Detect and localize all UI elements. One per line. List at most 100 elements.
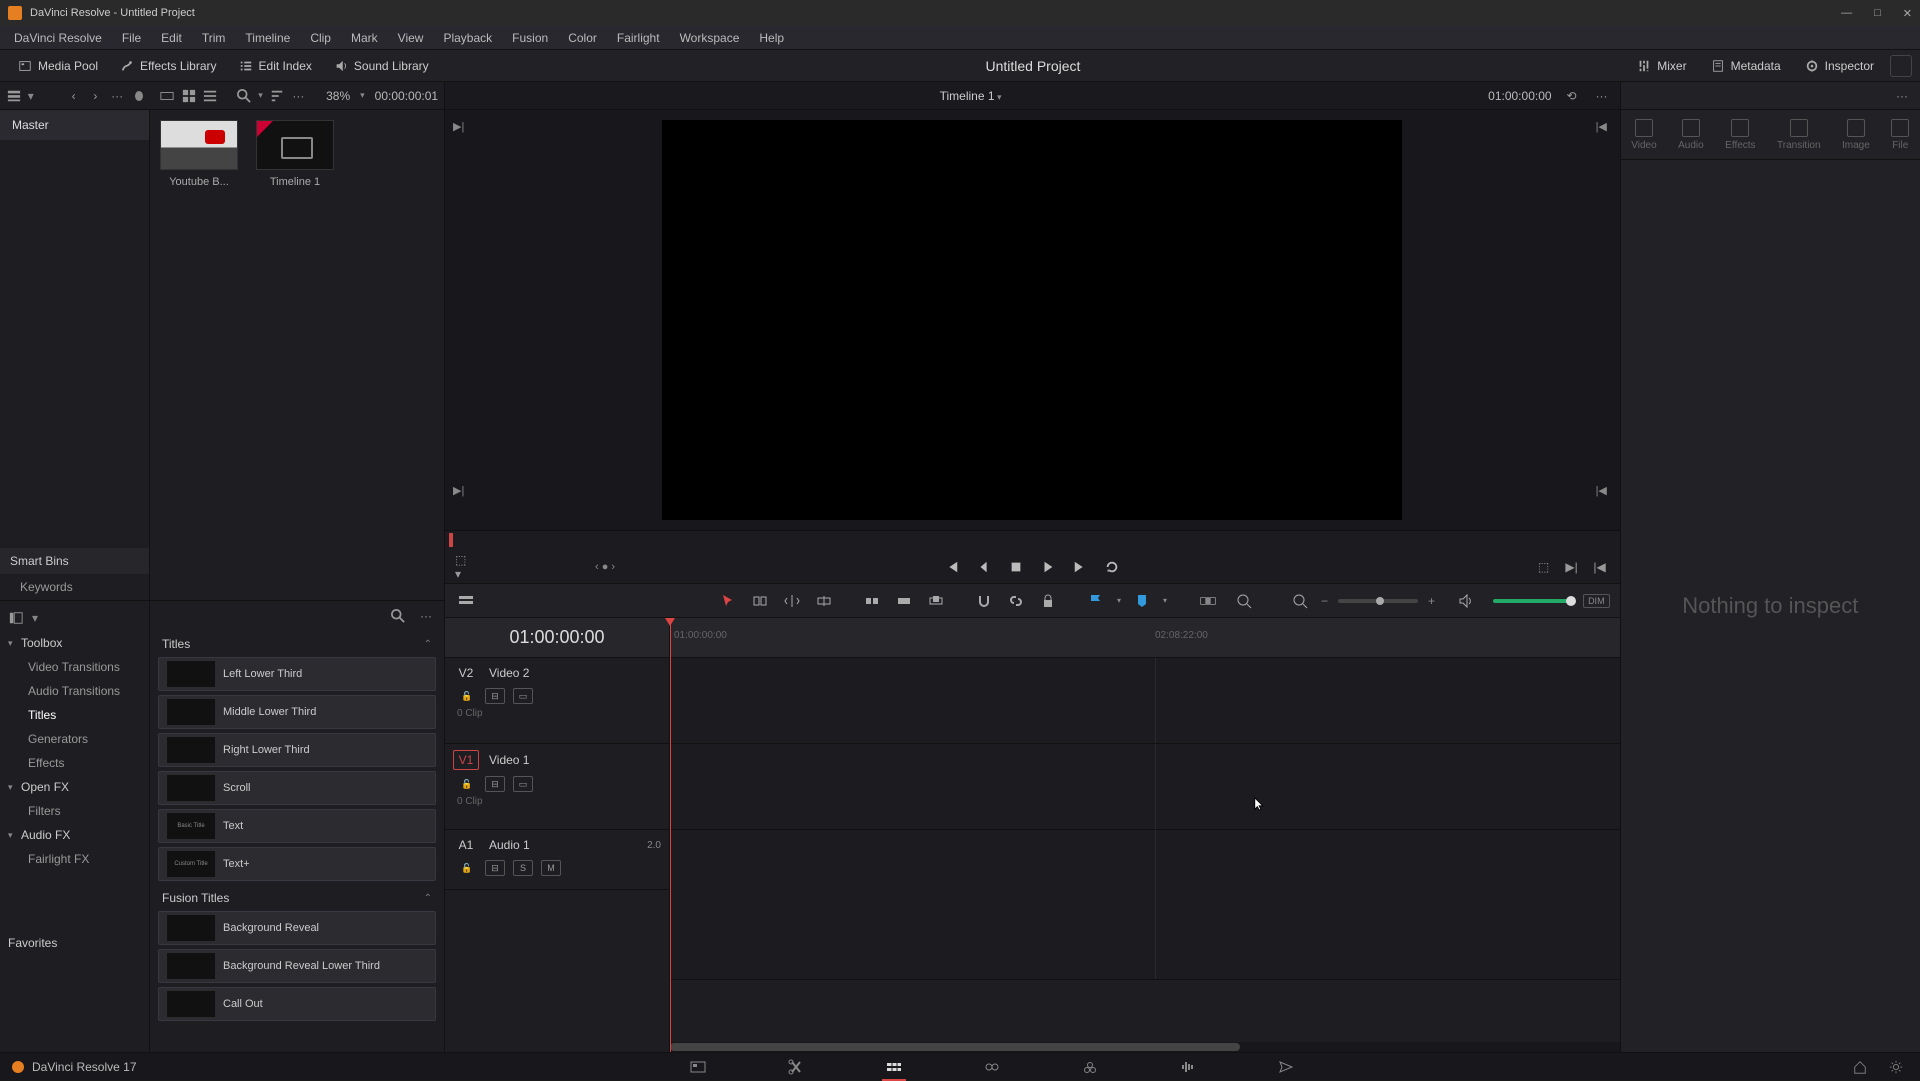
fx-subcategory-video-transitions[interactable]: Video Transitions bbox=[0, 655, 149, 679]
timeline-ruler[interactable]: 01:00:00:00 02:08:22:00 03:16:44:00 bbox=[670, 618, 1620, 658]
trim-tool[interactable] bbox=[749, 590, 771, 612]
media-pool-button[interactable]: Media Pool bbox=[8, 55, 108, 77]
page-color[interactable] bbox=[1076, 1056, 1104, 1078]
replace-clip-button[interactable] bbox=[925, 590, 947, 612]
fx-item-background-reveal-lower-third[interactable]: Background Reveal Lower Third bbox=[158, 949, 436, 983]
timeline-view-options[interactable] bbox=[455, 590, 477, 612]
detail-zoom-button[interactable] bbox=[1289, 590, 1311, 612]
inspector-tab-video[interactable]: Video bbox=[1631, 119, 1656, 151]
scrubber-playhead[interactable] bbox=[449, 533, 453, 547]
inspector-tab-audio[interactable]: Audio bbox=[1678, 119, 1704, 151]
blade-tool[interactable] bbox=[813, 590, 835, 612]
mixer-button[interactable]: Mixer bbox=[1627, 55, 1696, 77]
track-lane-v2[interactable] bbox=[670, 658, 1620, 744]
menu-fairlight[interactable]: Fairlight bbox=[609, 28, 668, 48]
track-body[interactable]: 01:00:00:00 02:08:22:00 03:16:44:00 bbox=[670, 618, 1620, 1052]
clip-youtube-b-[interactable]: Youtube B... bbox=[160, 120, 238, 188]
menu-workspace[interactable]: Workspace bbox=[672, 28, 748, 48]
fx-item-call-out[interactable]: Call Out bbox=[158, 987, 436, 1021]
menu-davinci-resolve[interactable]: DaVinci Resolve bbox=[6, 28, 110, 48]
fx-subcategory-fairlight-fx[interactable]: Fairlight FX bbox=[0, 847, 149, 871]
timeline-name-dropdown[interactable]: Timeline 1 bbox=[461, 89, 1480, 103]
project-settings-button[interactable] bbox=[1886, 1057, 1906, 1077]
fx-item-middle-lower-third[interactable]: Middle Lower Third bbox=[158, 695, 436, 729]
match-frame-next-icon[interactable]: |◀ bbox=[1596, 120, 1612, 136]
track-header-v2[interactable]: V2Video 2🔓⊟▭0 Clip bbox=[445, 658, 669, 744]
menu-help[interactable]: Help bbox=[751, 28, 792, 48]
zoom-to-fit-button[interactable] bbox=[1233, 590, 1255, 612]
fx-favorites[interactable]: Favorites bbox=[0, 931, 149, 955]
fx-item-background-reveal[interactable]: Background Reveal bbox=[158, 911, 436, 945]
track-lane-a1[interactable] bbox=[670, 830, 1620, 980]
menu-mark[interactable]: Mark bbox=[343, 28, 386, 48]
page-fairlight[interactable] bbox=[1174, 1056, 1202, 1078]
fx-category-open-fx[interactable]: ▾Open FX bbox=[0, 775, 149, 799]
stop-button[interactable] bbox=[1005, 556, 1027, 578]
track-lane-v1[interactable] bbox=[670, 744, 1620, 830]
viewer-scrubber[interactable] bbox=[445, 530, 1620, 550]
fx-subcategory-effects[interactable]: Effects bbox=[0, 751, 149, 775]
fx-item-left-lower-third[interactable]: Left Lower Third bbox=[158, 657, 436, 691]
fx-subcategory-generators[interactable]: Generators bbox=[0, 727, 149, 751]
inspector-expand-toggle[interactable]: ··· bbox=[1892, 86, 1912, 106]
page-media[interactable] bbox=[684, 1056, 712, 1078]
nav-more[interactable]: ··· bbox=[109, 86, 125, 106]
marker-dropdown[interactable] bbox=[1131, 590, 1153, 612]
fx-subcategory-audio-transitions[interactable]: Audio Transitions bbox=[0, 679, 149, 703]
next-edit-button[interactable]: ▶| bbox=[1562, 557, 1582, 577]
inspector-tab-effects[interactable]: Effects bbox=[1725, 119, 1755, 151]
monitor-volume-slider[interactable] bbox=[1493, 599, 1573, 603]
jump-next-icon[interactable]: |◀ bbox=[1596, 484, 1612, 500]
inspector-tab-transition[interactable]: Transition bbox=[1777, 119, 1821, 151]
sort-icon[interactable] bbox=[269, 86, 285, 106]
page-deliver[interactable] bbox=[1272, 1056, 1300, 1078]
fx-subcategory-titles[interactable]: Titles bbox=[0, 703, 149, 727]
metadata-button[interactable]: Metadata bbox=[1701, 55, 1791, 77]
menu-playback[interactable]: Playback bbox=[435, 28, 500, 48]
menu-trim[interactable]: Trim bbox=[194, 28, 234, 48]
prev-edit-button[interactable]: |◀ bbox=[1590, 557, 1610, 577]
track-header-v1[interactable]: V1Video 1🔓⊟▭0 Clip bbox=[445, 744, 669, 830]
home-button[interactable] bbox=[1850, 1057, 1870, 1077]
track-header-a1[interactable]: A1Audio 12.0🔓⊟SM bbox=[445, 830, 669, 890]
clip-nav-dots[interactable]: ‹ ● › bbox=[595, 561, 615, 573]
position-lock-toggle[interactable] bbox=[1037, 590, 1059, 612]
search-icon[interactable] bbox=[236, 86, 252, 106]
nav-fwd[interactable]: › bbox=[88, 86, 104, 106]
smart-bin-keywords[interactable]: Keywords bbox=[0, 574, 149, 600]
inspector-tab-file[interactable]: File bbox=[1891, 119, 1909, 151]
jump-prev-icon[interactable]: ▶| bbox=[453, 484, 469, 500]
nav-back[interactable]: ‹ bbox=[66, 86, 82, 106]
fx-search-icon[interactable] bbox=[388, 606, 408, 626]
timeline-zoom-slider[interactable] bbox=[1338, 599, 1418, 603]
thumbnail-filmstrip[interactable] bbox=[159, 86, 175, 106]
menu-fusion[interactable]: Fusion bbox=[504, 28, 556, 48]
fx-item-text[interactable]: Basic TitleText bbox=[158, 809, 436, 843]
page-edit[interactable] bbox=[880, 1056, 908, 1078]
menu-edit[interactable]: Edit bbox=[153, 28, 190, 48]
fx-category-toolbox[interactable]: ▾Toolbox bbox=[0, 631, 149, 655]
go-last-button[interactable] bbox=[1069, 556, 1091, 578]
fx-category-audio-fx[interactable]: ▾Audio FX bbox=[0, 823, 149, 847]
playhead[interactable] bbox=[670, 618, 671, 1052]
sound-library-button[interactable]: Sound Library bbox=[324, 55, 439, 77]
menu-color[interactable]: Color bbox=[560, 28, 605, 48]
inspector-tab-image[interactable]: Image bbox=[1842, 119, 1870, 151]
viewer-loop-icon[interactable]: ⟲ bbox=[1562, 86, 1582, 106]
match-frame-prev-icon[interactable]: ▶| bbox=[453, 120, 469, 136]
minimize-button[interactable]: — bbox=[1841, 7, 1852, 20]
thumbnail-list[interactable] bbox=[202, 86, 218, 106]
page-fusion[interactable] bbox=[978, 1056, 1006, 1078]
step-back-button[interactable] bbox=[973, 556, 995, 578]
fx-item-right-lower-third[interactable]: Right Lower Third bbox=[158, 733, 436, 767]
source-zoom[interactable]: 38% bbox=[326, 89, 350, 103]
full-screen-toggle[interactable] bbox=[1890, 55, 1912, 77]
bin-master[interactable]: Master bbox=[0, 110, 149, 140]
transform-mode-dropdown[interactable]: ⬚ ▾ bbox=[455, 557, 475, 577]
fx-item-scroll[interactable]: Scroll bbox=[158, 771, 436, 805]
fx-section-fusion-titles[interactable]: Fusion Titles⌃ bbox=[158, 885, 436, 911]
link-toggle[interactable] bbox=[1005, 590, 1027, 612]
timeline-viewer[interactable]: ▶| |◀ ▶| |◀ bbox=[445, 110, 1620, 530]
viewer-options[interactable]: ··· bbox=[1592, 86, 1612, 106]
menu-file[interactable]: File bbox=[114, 28, 149, 48]
